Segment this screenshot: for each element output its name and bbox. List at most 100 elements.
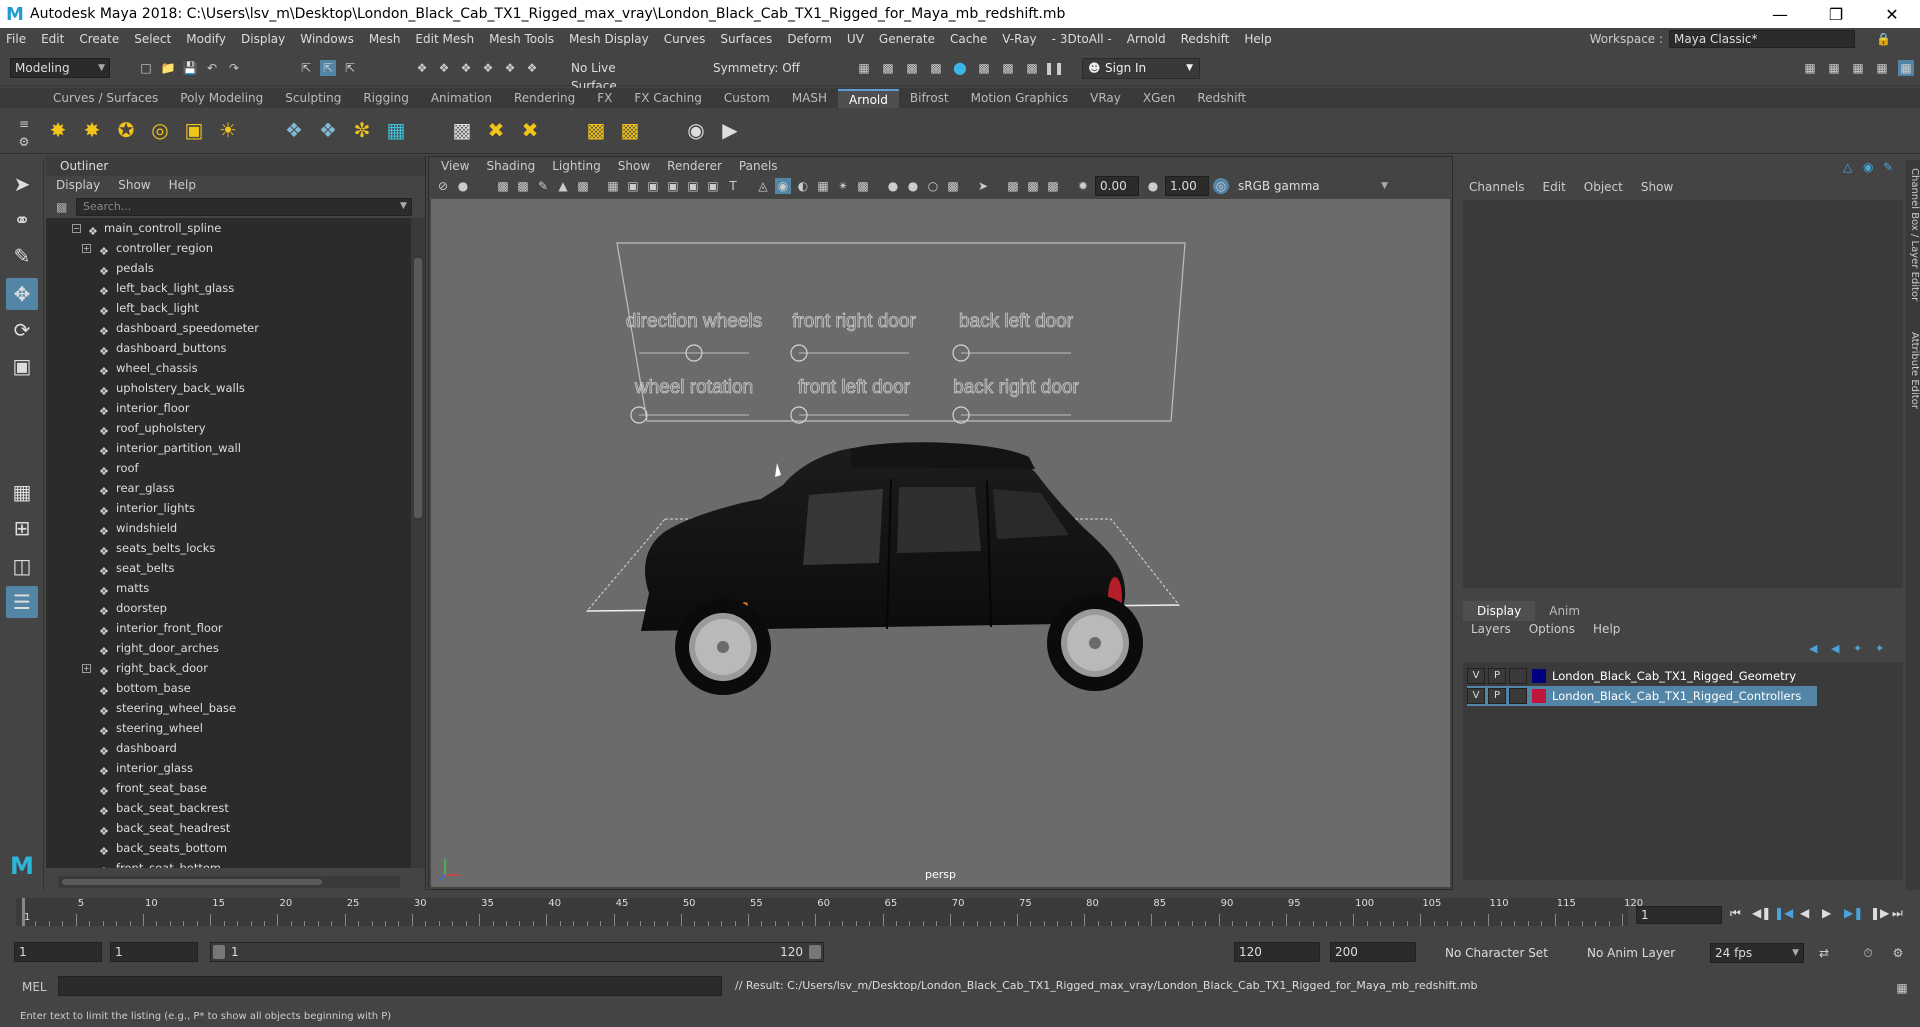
- shelf-tab-rendering[interactable]: Rendering: [503, 89, 586, 108]
- gamma-field[interactable]: 1.00: [1165, 176, 1209, 196]
- outliner-item[interactable]: ❖ back_seat_headrest: [46, 818, 412, 838]
- snap-point-icon[interactable]: ❖: [458, 60, 474, 76]
- channel-box-menu-show[interactable]: Show: [1641, 180, 1673, 194]
- outliner-item[interactable]: ❖ seats_belts_locks: [46, 538, 412, 558]
- playback-toggle[interactable]: P: [1488, 668, 1506, 684]
- menu-windows[interactable]: Windows: [300, 32, 354, 46]
- outliner-item[interactable]: ❖ back_seat_backrest: [46, 798, 412, 818]
- snap-view-icon[interactable]: ❖: [480, 60, 496, 76]
- shelf-tab-animation[interactable]: Animation: [420, 89, 503, 108]
- antialiasing-icon[interactable]: ○: [925, 178, 941, 194]
- animation-start-field[interactable]: 1: [14, 942, 102, 962]
- menu-display[interactable]: Display: [241, 32, 285, 46]
- command-input[interactable]: [58, 976, 722, 996]
- control-front-left-door[interactable]: front left door: [790, 377, 911, 424]
- outliner-item[interactable]: ❖ bottom_base: [46, 678, 412, 698]
- photometric-light-icon[interactable]: ✪: [112, 116, 140, 144]
- outliner-item[interactable]: ❖ dashboard_speedometer: [46, 318, 412, 338]
- shelf-tab-vray[interactable]: VRay: [1079, 89, 1132, 108]
- step-back-key-icon[interactable]: ◀❚: [1752, 906, 1771, 920]
- shelf-tab-xgen[interactable]: XGen: [1132, 89, 1187, 108]
- 2d-pan-icon[interactable]: ▩: [515, 178, 531, 194]
- outliner-item[interactable]: ❖ roof_upholstery: [46, 418, 412, 438]
- outliner-item[interactable]: ❖ dashboard_buttons: [46, 338, 412, 358]
- lights-icon[interactable]: ✴: [835, 178, 851, 194]
- channel-box-side-tab[interactable]: Channel Box / Layer Editor: [1906, 168, 1920, 301]
- visibility-toggle[interactable]: V: [1467, 668, 1485, 684]
- outliner-item[interactable]: ❖ dashboard: [46, 738, 412, 758]
- shelf-tab-bifrost[interactable]: Bifrost: [899, 89, 960, 108]
- open-scene-icon[interactable]: 📁: [160, 60, 176, 76]
- shelf-tab-fx-caching[interactable]: FX Caching: [623, 89, 712, 108]
- go-to-end-icon[interactable]: ⏭: [1892, 906, 1903, 921]
- viewport-menu-renderer[interactable]: Renderer: [667, 159, 722, 173]
- outliner-item[interactable]: ❖ left_back_light_glass: [46, 278, 412, 298]
- scale-tool-icon[interactable]: ▣: [6, 350, 38, 382]
- color-management-icon[interactable]: ◎: [1213, 178, 1229, 194]
- layer-color-swatch[interactable]: [1532, 669, 1546, 683]
- layer-color-swatch[interactable]: [1532, 689, 1546, 703]
- skydome-light-icon[interactable]: ◎: [146, 116, 174, 144]
- go-to-start-icon[interactable]: ⏮: [1730, 906, 1741, 921]
- select-component-icon[interactable]: ⇱: [342, 60, 358, 76]
- shadows-icon[interactable]: ▩: [855, 178, 871, 194]
- animation-end-field[interactable]: 200: [1330, 942, 1416, 962]
- select-tool-icon[interactable]: ➤: [6, 168, 38, 200]
- control-back-right-door[interactable]: back right door: [952, 377, 1080, 424]
- outliner-item[interactable]: ❖ back_seats_bottom: [46, 838, 412, 858]
- layer-menu-options[interactable]: Options: [1529, 622, 1575, 636]
- smooth-shade-icon[interactable]: ◉: [775, 178, 791, 194]
- control-front-right-door[interactable]: front right door: [790, 311, 917, 362]
- search-dropdown-icon[interactable]: ▼: [400, 201, 407, 211]
- filter-icon[interactable]: ▩: [56, 200, 67, 214]
- display-type-toggle[interactable]: [1509, 668, 1527, 684]
- expand-icon[interactable]: +: [82, 664, 91, 673]
- channel-box-menu-channels[interactable]: Channels: [1469, 180, 1525, 194]
- outliner-item[interactable]: ❖ pedals: [46, 258, 412, 278]
- two-view-layout-icon[interactable]: ◫: [6, 550, 38, 582]
- outliner-layout-icon[interactable]: ☰: [6, 586, 38, 618]
- snap-vertex-icon[interactable]: ❖: [524, 60, 540, 76]
- snap-grid-icon[interactable]: ❖: [414, 60, 430, 76]
- menu-create[interactable]: Create: [79, 32, 119, 46]
- wireframe-icon[interactable]: ◬: [755, 178, 771, 194]
- mesh-light-icon[interactable]: ✸: [78, 116, 106, 144]
- vray-render-icon[interactable]: ▩: [976, 60, 992, 76]
- shelf-tab-redshift[interactable]: Redshift: [1186, 89, 1257, 108]
- texture-cache-icon[interactable]: ✖: [482, 116, 510, 144]
- control-wheel-rotation[interactable]: wheel rotation: [630, 377, 754, 424]
- channel-box-tool-icon[interactable]: ◉: [1863, 160, 1873, 174]
- outliner-menu-help[interactable]: Help: [169, 178, 196, 192]
- move-tool-icon[interactable]: ✥: [6, 278, 38, 310]
- view-transform-dropdown[interactable]: sRGB gamma ▼: [1233, 176, 1393, 196]
- shelf-tab-poly-modeling[interactable]: Poly Modeling: [169, 89, 274, 108]
- menu-cache[interactable]: Cache: [950, 32, 987, 46]
- tool-settings-icon[interactable]: ▦: [1850, 60, 1866, 76]
- outliner-menu-show[interactable]: Show: [118, 178, 150, 192]
- outliner-item[interactable]: ❖ interior_floor: [46, 398, 412, 418]
- viewport-menu-lighting[interactable]: Lighting: [552, 159, 601, 173]
- outliner-item[interactable]: ❖ front_seat_bottom: [46, 858, 412, 868]
- safe-title-icon[interactable]: T: [725, 178, 741, 194]
- four-view-layout-icon[interactable]: ⊞: [6, 512, 38, 544]
- tx-manager-icon[interactable]: ✖: [516, 116, 544, 144]
- menu-uv[interactable]: UV: [847, 32, 864, 46]
- command-language-label[interactable]: MEL: [22, 980, 47, 994]
- range-start-handle[interactable]: [213, 945, 225, 959]
- workspace-dropdown[interactable]: Maya Classic*: [1669, 30, 1856, 48]
- playback-start-field[interactable]: 1: [110, 942, 198, 962]
- undo-icon[interactable]: ↶: [204, 60, 220, 76]
- new-scene-icon[interactable]: □: [138, 60, 154, 76]
- control-direction-wheels[interactable]: direction wheels: [625, 311, 763, 362]
- anim-layer-dropdown[interactable]: No Anim Layer: [1582, 943, 1692, 963]
- outliner-item[interactable]: ❖ interior_front_floor: [46, 618, 412, 638]
- outliner-item[interactable]: ❖ front_seat_base: [46, 778, 412, 798]
- shelf-tab-arnold[interactable]: Arnold: [838, 89, 899, 108]
- outliner-search-input[interactable]: Search...: [76, 198, 412, 216]
- maximize-icon[interactable]: ❐: [1808, 0, 1864, 28]
- lasso-tool-icon[interactable]: ⚭: [6, 204, 38, 236]
- attribute-editor-side-tab[interactable]: Attribute Editor: [1906, 332, 1920, 409]
- viewport-menu-shading[interactable]: Shading: [486, 159, 535, 173]
- motion-trail-icon[interactable]: ▲: [555, 178, 571, 194]
- gamma-icon[interactable]: ●: [1145, 178, 1161, 194]
